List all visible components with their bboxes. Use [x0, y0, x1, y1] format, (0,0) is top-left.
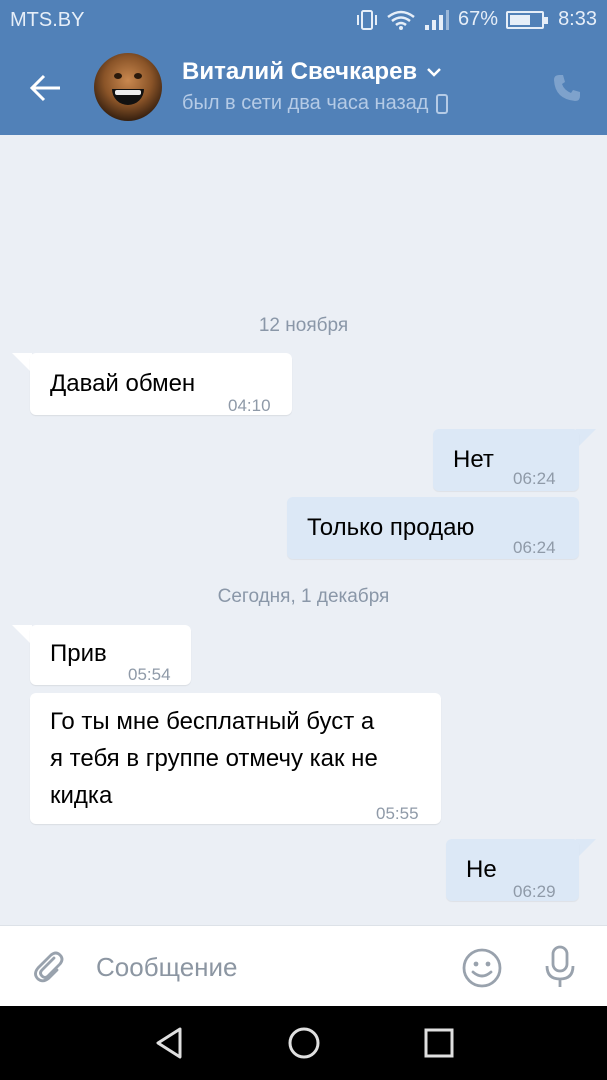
bubble-tail [576, 839, 596, 859]
status-icons: 67% 8:33 [356, 8, 597, 31]
message-time: 06:24 [513, 469, 556, 488]
message-bubble-outgoing[interactable]: Только продаю 06:24 [287, 497, 579, 559]
message-bubble-incoming[interactable]: Го ты мне бесплатный буст а я тебя в гру… [30, 693, 441, 824]
message-line: кидка [50, 782, 113, 809]
message-bubble-incoming[interactable]: Давай обмен 04:10 [30, 353, 292, 415]
phone-call-icon[interactable] [551, 72, 583, 104]
battery-percent: 67% [458, 8, 499, 30]
last-seen-text: был в сети два часа назад [182, 92, 429, 114]
vibrate-icon [357, 9, 378, 30]
message-bubble-outgoing[interactable]: Нет 06:24 [433, 429, 579, 491]
message-time: 05:54 [128, 665, 171, 684]
message-composer [0, 925, 607, 1006]
bubble-tail [12, 625, 32, 645]
message-input[interactable] [96, 946, 436, 988]
back-arrow-icon[interactable] [26, 68, 66, 108]
carrier-name: MTS.BY [10, 9, 85, 31]
system-nav-bar [0, 1006, 607, 1080]
message-bubble-outgoing[interactable]: Не 06:29 [446, 839, 579, 901]
smiley-icon[interactable] [461, 947, 503, 989]
battery-icon [506, 10, 549, 29]
message-bubble-incoming[interactable]: Прив 05:54 [30, 625, 191, 685]
mobile-phone-icon [436, 93, 449, 114]
contact-name[interactable]: Виталий Свечкарев [182, 58, 443, 86]
message-text: Прив [50, 640, 107, 667]
message-text: Го ты мне бесплатный буст а я тебя в гру… [50, 703, 378, 814]
contact-name-text: Виталий Свечкарев [182, 58, 418, 85]
contact-status: был в сети два часа назад [182, 92, 449, 115]
message-time: 06:24 [513, 538, 556, 557]
message-list[interactable]: 12 ноября Давай обмен 04:10 Нет 06:24 То… [0, 135, 607, 925]
message-time: 05:55 [376, 804, 419, 823]
home-circle-icon[interactable] [284, 1025, 324, 1061]
message-time: 04:10 [228, 396, 271, 415]
message-text: Только продаю [307, 514, 475, 541]
chevron-down-icon[interactable] [425, 66, 443, 78]
paperclip-icon[interactable] [30, 948, 66, 984]
microphone-icon[interactable] [540, 944, 580, 990]
message-time: 06:29 [513, 882, 556, 901]
message-line: Го ты мне бесплатный буст а [50, 708, 375, 735]
wifi-icon [387, 10, 415, 30]
message-line: я тебя в группе отмечу как не [50, 745, 378, 772]
status-bar: MTS.BY 67% 8:33 [0, 0, 607, 40]
date-separator: 12 ноября [258, 315, 349, 336]
message-text: Нет [453, 446, 494, 473]
message-text: Давай обмен [50, 370, 196, 397]
clock: 8:33 [558, 8, 597, 30]
message-text: Не [466, 856, 497, 883]
back-triangle-icon[interactable] [150, 1025, 190, 1061]
chat-header: Виталий Свечкарев был в сети два часа на… [0, 40, 607, 135]
recents-square-icon[interactable] [418, 1025, 458, 1061]
bubble-tail [576, 429, 596, 449]
signal-icon [425, 9, 450, 30]
date-separator: Сегодня, 1 декабря [217, 586, 390, 607]
avatar[interactable] [94, 53, 162, 121]
bubble-tail [12, 353, 32, 373]
